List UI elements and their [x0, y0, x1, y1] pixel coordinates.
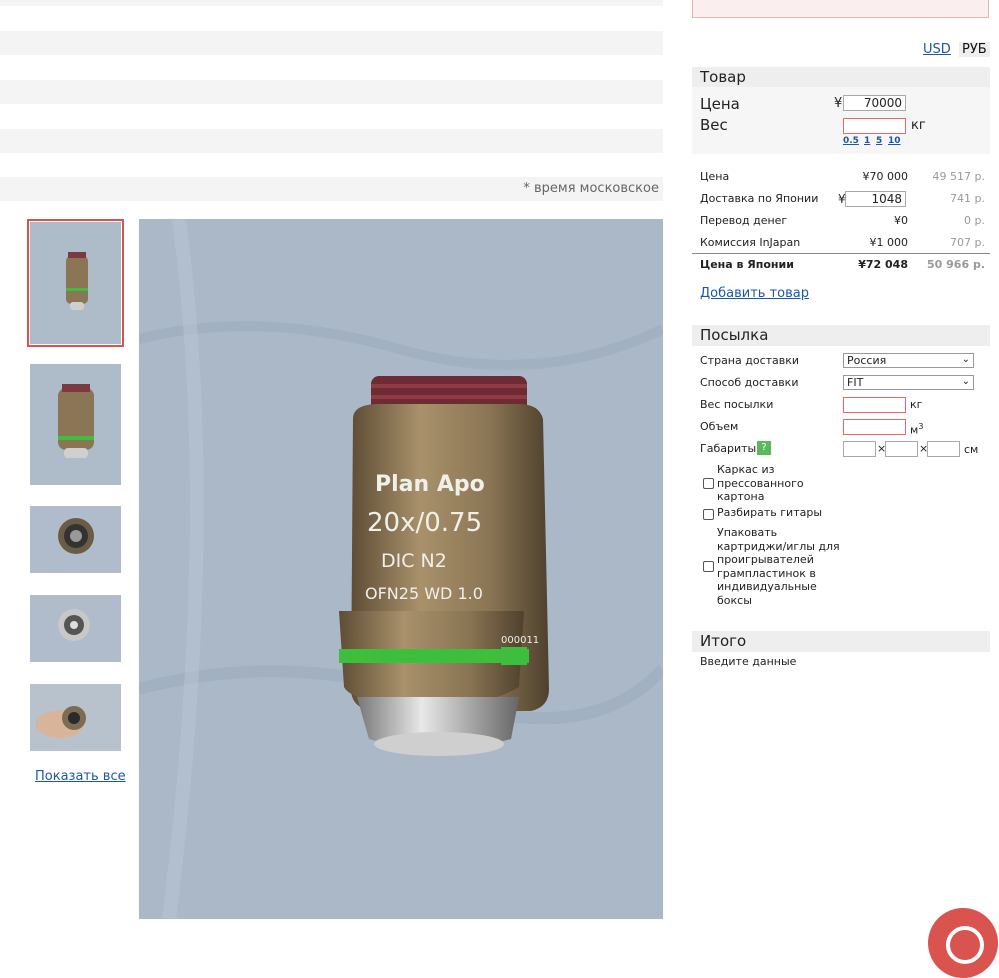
weight-quick-10[interactable]: 10	[888, 136, 901, 146]
cost-yen: ¥70 000	[862, 170, 909, 183]
option-label-cardboard: Каркас из прессованного картона	[717, 463, 804, 503]
lens-label-line1: Plan Apo	[375, 472, 485, 497]
cost-yen: ¥1 000	[869, 236, 909, 249]
thumbnail-1[interactable]	[27, 219, 124, 347]
timezone-note: * время московское	[0, 177, 663, 201]
weight-label: Вес	[700, 116, 728, 134]
dims-label: Габариты	[700, 442, 757, 455]
country-label: Страна доставки	[700, 354, 800, 367]
total-divider	[692, 253, 990, 254]
country-select[interactable]: Россия ⌄	[843, 353, 974, 368]
thumbnail-5[interactable]	[30, 684, 121, 751]
parcel-section-title: Посылка	[692, 325, 990, 346]
dims-unit: см	[964, 443, 979, 456]
show-all-link[interactable]: Показать все	[35, 769, 126, 784]
lens-serial: 000011	[501, 635, 539, 646]
volume-unit: м3	[910, 422, 924, 437]
cost-row-transfer: Перевод денег ¥0 0 р.	[700, 214, 990, 228]
chevron-down-icon: ⌄	[961, 376, 970, 387]
alert-box	[692, 0, 989, 18]
currency-rub-toggle[interactable]: РУБ	[959, 42, 990, 57]
weight-quick-5[interactable]: 5	[876, 136, 882, 146]
cost-rub: 707 р.	[950, 236, 985, 249]
domestic-shipping-input[interactable]: 1048	[845, 191, 906, 207]
cost-label: Цена	[700, 170, 730, 183]
cost-row-commission: Комиссия InJapan ¥1 000 707 р.	[700, 236, 990, 250]
dim-width-input[interactable]	[885, 441, 918, 457]
option-label-guitars: Разбирать гитары	[717, 506, 823, 519]
currency-usd-toggle[interactable]: USD	[923, 42, 951, 57]
method-select-value: FIT	[847, 376, 864, 389]
lens-label-line4: OFN25 WD 1.0	[365, 584, 483, 603]
add-item-link[interactable]: Добавить товар	[700, 286, 809, 301]
option-label-cartridges: Упаковать картриджи/иглы для проигрывате…	[717, 526, 840, 607]
country-select-value: Россия	[847, 354, 887, 367]
yen-sign: ¥	[834, 96, 843, 111]
option-checkbox-cartridges[interactable]	[703, 561, 714, 572]
chat-icon	[946, 926, 984, 964]
info-row	[0, 31, 663, 55]
thumbnail-4[interactable]	[30, 595, 121, 662]
method-label: Способ доставки	[700, 376, 799, 389]
cost-rub: 49 517 р.	[932, 170, 985, 183]
cost-row-price: Цена ¥70 000 49 517 р.	[700, 170, 990, 184]
weight-unit: кг	[911, 118, 926, 133]
summary-text: Введите данные	[700, 655, 797, 668]
thumbnail-3[interactable]	[30, 506, 121, 573]
volume-label: Объем	[700, 420, 739, 433]
dim-length-input[interactable]	[843, 441, 876, 457]
weight-input[interactable]	[843, 118, 906, 134]
product-section-title: Товар	[692, 67, 990, 88]
weight-quick-1[interactable]: 1	[864, 136, 870, 146]
chevron-down-icon: ⌄	[961, 354, 970, 365]
cost-row-total-japan: Цена в Японии ¥72 048 50 966 р.	[700, 258, 990, 272]
parcel-weight-input[interactable]	[843, 397, 906, 413]
dims-help-icon[interactable]: ?	[757, 441, 771, 455]
lens-photo: Plan Apo 20x/0.75 DIC N2 OFN25 WD 1.0 00…	[139, 219, 663, 919]
dim-height-input[interactable]	[927, 441, 960, 457]
cost-label: Цена в Японии	[700, 258, 794, 271]
main-product-photo[interactable]: Plan Apo 20x/0.75 DIC N2 OFN25 WD 1.0 00…	[139, 219, 663, 919]
thumbnail-2[interactable]	[30, 364, 121, 485]
cost-yen: ¥72 048	[858, 258, 908, 271]
cost-label: Перевод денег	[700, 214, 788, 227]
weight-quick-0-5[interactable]: 0.5	[843, 136, 859, 146]
lens-label-line2: 20x/0.75	[367, 508, 482, 538]
cost-label: Доставка по Японии	[700, 192, 819, 205]
cost-rub: 741 р.	[950, 192, 985, 205]
info-row	[0, 80, 663, 104]
volume-input[interactable]	[843, 419, 906, 435]
parcel-weight-unit: кг	[910, 398, 923, 411]
parcel-weight-label: Вес посылки	[700, 398, 774, 411]
cost-rub: 50 966 р.	[927, 258, 985, 271]
method-select[interactable]: FIT ⌄	[843, 375, 974, 390]
cost-rub: 0 р.	[964, 214, 985, 227]
lens-label-line3: DIC N2	[381, 550, 447, 572]
summary-section-title: Итого	[692, 631, 990, 652]
info-row	[0, 129, 663, 153]
chat-button[interactable]	[928, 908, 998, 978]
cost-label: Комиссия InJapan	[700, 236, 801, 249]
cost-yen: ¥0	[894, 214, 908, 227]
info-row	[0, 0, 663, 6]
price-label: Цена	[700, 95, 740, 113]
option-checkbox-guitars[interactable]	[703, 509, 714, 520]
option-checkbox-cardboard[interactable]	[703, 478, 714, 489]
price-input[interactable]: 70000	[843, 95, 906, 111]
